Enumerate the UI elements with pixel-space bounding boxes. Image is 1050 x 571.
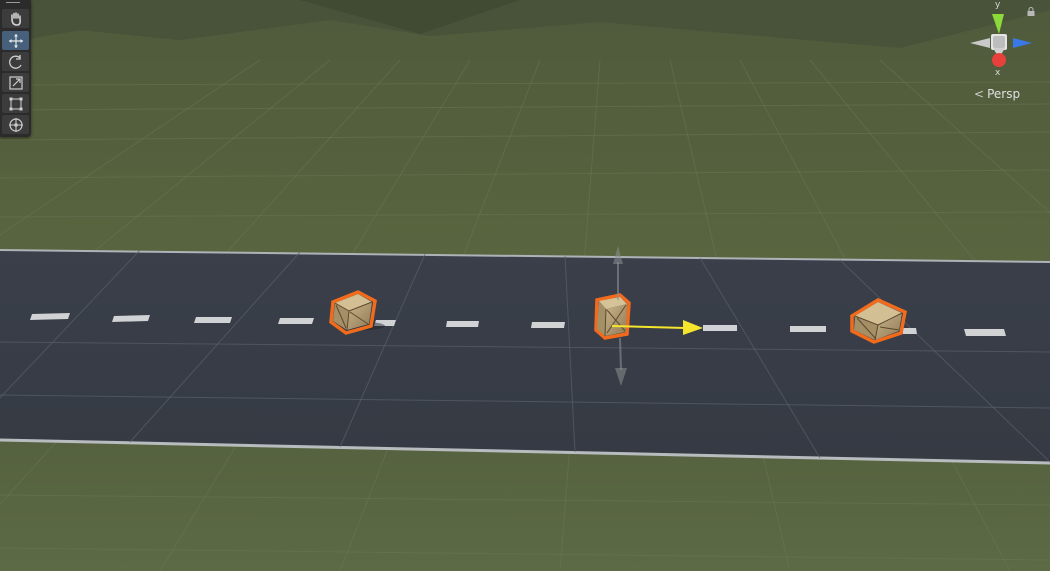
- rotate-icon: [8, 54, 22, 69]
- scale-tool-button[interactable]: [2, 73, 29, 92]
- projection-label: Persp: [987, 87, 1021, 101]
- move-tool-button[interactable]: [2, 31, 29, 50]
- chevron-left-icon: <: [974, 87, 985, 101]
- scene-view[interactable]: [0, 0, 1050, 571]
- rect-tool-button[interactable]: [2, 94, 29, 113]
- y-axis-cone: [992, 14, 1004, 34]
- hand-icon: [10, 11, 21, 26]
- projection-toggle[interactable]: < Persp: [974, 86, 1034, 102]
- hand-tool-button[interactable]: [2, 9, 29, 28]
- transform-icon: [8, 117, 23, 132]
- x-axis-sphere: [992, 53, 1006, 67]
- y-axis-label: y: [995, 0, 1001, 10]
- road: [0, 250, 1050, 462]
- move-icon: [8, 33, 23, 48]
- crate-object-selected[interactable]: [594, 293, 631, 340]
- x-axis-label: x: [995, 68, 1001, 78]
- neg-x-axis-cone: [970, 38, 990, 48]
- rotate-tool-button[interactable]: [2, 52, 29, 71]
- tools-overlay: [0, 0, 31, 137]
- scale-icon: [8, 75, 23, 90]
- transform-tool-button[interactable]: [2, 115, 29, 134]
- z-axis-cone: [1013, 38, 1032, 48]
- toolbar-grip[interactable]: [6, 2, 20, 3]
- lock-icon[interactable]: [1027, 7, 1035, 16]
- rect-transform-icon: [9, 97, 22, 110]
